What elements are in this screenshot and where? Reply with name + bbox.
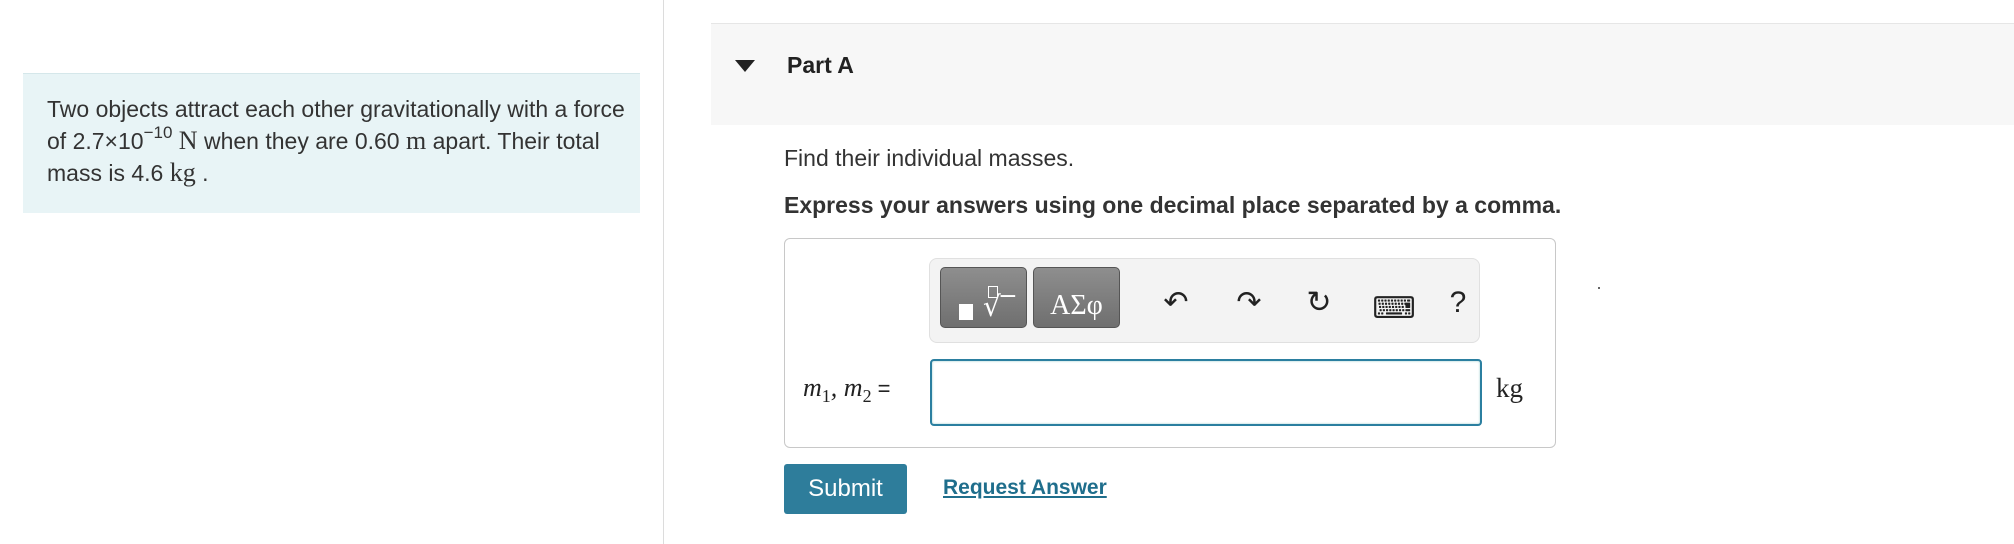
unit-newton: N bbox=[178, 126, 198, 155]
problem-statement-panel: Two objects attract each other gravitati… bbox=[23, 73, 640, 213]
mass-variables-label: m1, m2 = bbox=[803, 373, 890, 407]
part-title: Part A bbox=[787, 52, 854, 78]
toolbar-dot bbox=[1598, 287, 1600, 289]
templates-button[interactable]: √‾ bbox=[940, 267, 1027, 328]
request-answer-link[interactable]: Request Answer bbox=[943, 476, 1107, 500]
variable-separator: , bbox=[830, 373, 844, 402]
equals-sign: = bbox=[877, 376, 891, 401]
unit-kilogram: kg bbox=[169, 158, 196, 187]
answer-container: √‾ ΑΣφ ↶ ↷ ↻ ⌨ ? m1, m2 = kg bbox=[784, 238, 1600, 448]
radical-icon: √‾ bbox=[983, 290, 1015, 323]
problem-text-part2: when they are 0.60 bbox=[197, 128, 406, 154]
undo-icon[interactable]: ↶ bbox=[1158, 283, 1194, 323]
part-a-header[interactable]: Part A bbox=[711, 23, 2014, 125]
m2-symbol: m bbox=[843, 373, 863, 402]
answer-format-instruction: Express your answers using one decimal p… bbox=[784, 192, 1562, 218]
problem-text-part4: . bbox=[195, 160, 209, 186]
redo-icon[interactable]: ↷ bbox=[1231, 283, 1267, 323]
force-exponent: −10 bbox=[143, 123, 173, 143]
instruction-text: Find their individual masses. bbox=[784, 145, 1075, 171]
problem-statement: Two objects attract each other gravitati… bbox=[47, 94, 627, 189]
keyboard-icon[interactable]: ⌨ bbox=[1366, 289, 1422, 329]
m2-subscript: 2 bbox=[862, 386, 872, 407]
symbols-label: ΑΣφ bbox=[1050, 290, 1103, 321]
column-divider bbox=[663, 0, 664, 544]
symbols-button[interactable]: ΑΣφ bbox=[1033, 267, 1120, 328]
math-toolbar: √‾ ΑΣφ ↶ ↷ ↻ ⌨ ? bbox=[929, 258, 1600, 343]
m1-subscript: 1 bbox=[821, 386, 831, 407]
reset-icon[interactable]: ↻ bbox=[1301, 283, 1337, 323]
collapse-caret-icon[interactable] bbox=[735, 60, 755, 72]
template-square-icon bbox=[959, 304, 973, 320]
answer-input[interactable] bbox=[930, 359, 1482, 426]
help-button[interactable]: ? bbox=[1443, 283, 1473, 323]
unit-meter: m bbox=[406, 126, 427, 155]
unit-label: kg bbox=[1496, 373, 1523, 403]
submit-button[interactable]: Submit bbox=[784, 464, 907, 514]
m1-symbol: m bbox=[803, 373, 822, 402]
